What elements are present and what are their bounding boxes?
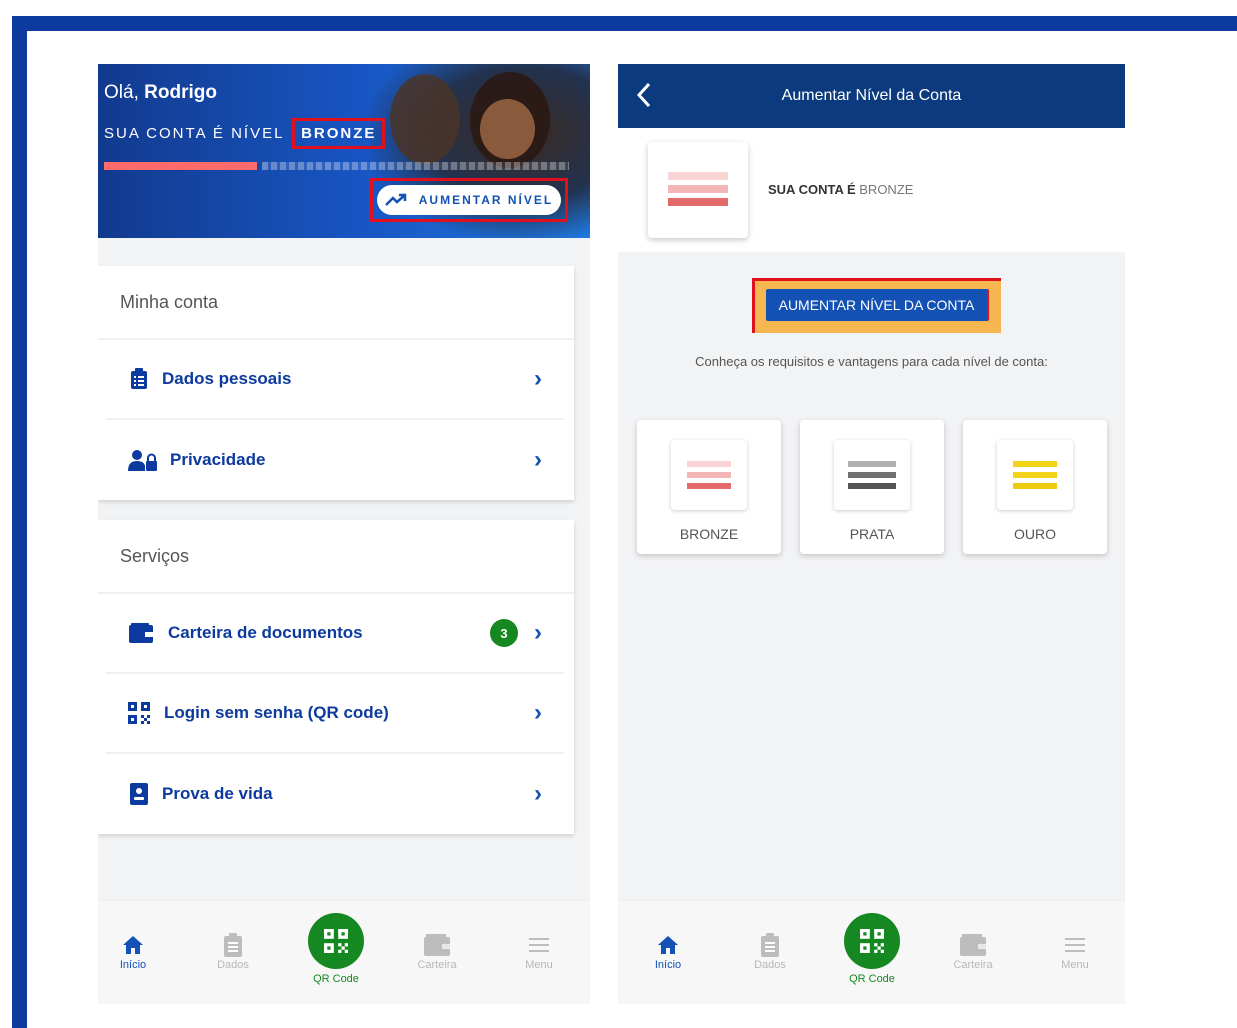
current-level-text: SUA CONTA É BRONZE <box>768 182 913 197</box>
nav-qr-button[interactable] <box>844 913 900 969</box>
left-phone-screen: Olá, Rodrigo SUA CONTA É NÍVEL BRONZE AU… <box>98 64 590 1004</box>
account-level-value: BRONZE <box>292 118 386 149</box>
greeting-prefix: Olá, <box>104 82 139 103</box>
nav-data[interactable]: Dados <box>735 931 805 971</box>
clipboard-icon <box>735 931 805 959</box>
greeting: Olá, Rodrigo <box>104 82 217 104</box>
frame-left-border <box>12 16 27 1028</box>
id-badge-icon <box>128 783 150 805</box>
nav-menu[interactable]: Menu <box>504 931 574 971</box>
upgrade-highlight-box: AUMENTAR NÍVEL <box>370 178 568 222</box>
chevron-right-icon: › <box>534 446 542 473</box>
nav-wallet-label: Carteira <box>953 959 993 971</box>
nav-wallet[interactable]: Carteira <box>938 931 1008 971</box>
account-level-line: SUA CONTA É NÍVEL BRONZE <box>104 118 386 149</box>
account-level-banner: Olá, Rodrigo SUA CONTA É NÍVEL BRONZE AU… <box>98 64 590 238</box>
home-icon <box>633 931 703 959</box>
nav-home[interactable]: Início <box>633 931 703 971</box>
level-progress-track <box>262 162 569 170</box>
nav-data-label: Dados <box>217 959 249 971</box>
menu-item-label: Privacidade <box>170 450 266 469</box>
upgrade-level-label: AUMENTAR NÍVEL <box>418 193 554 207</box>
bottom-nav: Início Dados QR Code Carteira Menu <box>618 900 1125 1004</box>
nav-qr-label: QR Code <box>313 973 359 985</box>
nav-qr-button[interactable] <box>308 913 364 969</box>
qr-code-icon <box>324 929 348 953</box>
clipboard-icon <box>128 368 150 390</box>
hamburger-menu-icon <box>504 931 574 959</box>
current-level-panel: SUA CONTA É BRONZE <box>618 128 1125 252</box>
level-tiers: BRONZE PRATA OURO <box>637 420 1107 554</box>
trending-up-icon <box>384 193 407 206</box>
tier-silver-card[interactable]: PRATA <box>800 420 944 554</box>
menu-item-label: Dados pessoais <box>162 369 292 388</box>
current-level-value: BRONZE <box>859 182 914 197</box>
back-arrow-icon[interactable] <box>636 82 652 113</box>
tier-label: OURO <box>1014 526 1056 542</box>
page-title: Aumentar Nível da Conta <box>781 87 962 104</box>
menu-item-document-wallet[interactable]: Carteira de documentos 3 › <box>106 594 564 674</box>
nav-wallet[interactable]: Carteira <box>402 931 472 971</box>
right-phone-screen: Aumentar Nível da Conta SUA CONTA É BRON… <box>618 64 1125 1004</box>
qr-code-icon <box>860 929 884 953</box>
tier-label: PRATA <box>849 526 895 542</box>
user-name: Rodrigo <box>144 82 217 103</box>
my-account-card: Minha conta Dados pessoais › Privacidade… <box>98 266 574 500</box>
hamburger-menu-icon <box>1040 931 1110 959</box>
chevron-right-icon: › <box>534 619 542 646</box>
chevron-right-icon: › <box>534 780 542 807</box>
nav-menu-label: Menu <box>525 959 553 971</box>
qr-code-icon <box>128 702 150 724</box>
menu-item-label: Login sem senha (QR code) <box>164 703 389 722</box>
services-title: Serviços <box>98 520 574 594</box>
level-progress-bar <box>104 162 569 170</box>
notification-badge: 3 <box>490 619 518 647</box>
home-icon <box>98 931 168 959</box>
level-info-text: Conheça os requisitos e vantagens para c… <box>695 354 1048 369</box>
nav-qr-label: QR Code <box>849 973 895 985</box>
tier-label: BRONZE <box>679 526 739 542</box>
frame-top-border <box>12 16 1237 31</box>
nav-home-label: Início <box>654 959 682 971</box>
app-header: Aumentar Nível da Conta <box>618 64 1125 128</box>
upgrade-account-level-button[interactable]: AUMENTAR NÍVEL DA CONTA <box>766 289 989 321</box>
my-account-title: Minha conta <box>98 266 574 340</box>
tier-bronze-card[interactable]: BRONZE <box>637 420 781 554</box>
menu-item-proof-of-life[interactable]: Prova de vida › <box>106 754 564 834</box>
gold-level-icon <box>997 440 1073 510</box>
level-progress-fill <box>104 162 258 170</box>
menu-item-privacy[interactable]: Privacidade › <box>106 420 564 500</box>
menu-item-label: Carteira de documentos <box>168 623 363 642</box>
wallet-icon <box>128 622 154 644</box>
wallet-icon <box>402 931 472 959</box>
current-level-label: SUA CONTA É <box>768 182 856 197</box>
bronze-level-icon <box>671 440 747 510</box>
chevron-right-icon: › <box>534 365 542 392</box>
upgrade-level-button[interactable]: AUMENTAR NÍVEL <box>377 185 561 215</box>
menu-item-qr-login[interactable]: Login sem senha (QR code) › <box>106 674 564 754</box>
nav-menu[interactable]: Menu <box>1040 931 1110 971</box>
bronze-level-icon <box>648 142 748 238</box>
tier-gold-card[interactable]: OURO <box>963 420 1107 554</box>
user-lock-icon <box>128 449 158 471</box>
silver-level-icon <box>834 440 910 510</box>
nav-wallet-label: Carteira <box>417 959 457 971</box>
chevron-right-icon: › <box>534 699 542 726</box>
clipboard-icon <box>198 931 268 959</box>
nav-menu-label: Menu <box>1061 959 1089 971</box>
nav-data[interactable]: Dados <box>198 931 268 971</box>
account-level-label: SUA CONTA É NÍVEL <box>104 125 284 142</box>
nav-home-label: Início <box>119 959 147 971</box>
menu-item-personal-data[interactable]: Dados pessoais › <box>106 340 564 420</box>
services-card: Serviços Carteira de documentos 3 › Logi… <box>98 520 574 834</box>
wallet-icon <box>938 931 1008 959</box>
nav-data-label: Dados <box>754 959 786 971</box>
cta-highlight-box: AUMENTAR NÍVEL DA CONTA <box>752 278 1001 333</box>
menu-item-label: Prova de vida <box>162 784 273 803</box>
bottom-nav: Início Dados QR Code Carteira Menu <box>98 900 590 1004</box>
nav-home[interactable]: Início <box>98 931 168 971</box>
